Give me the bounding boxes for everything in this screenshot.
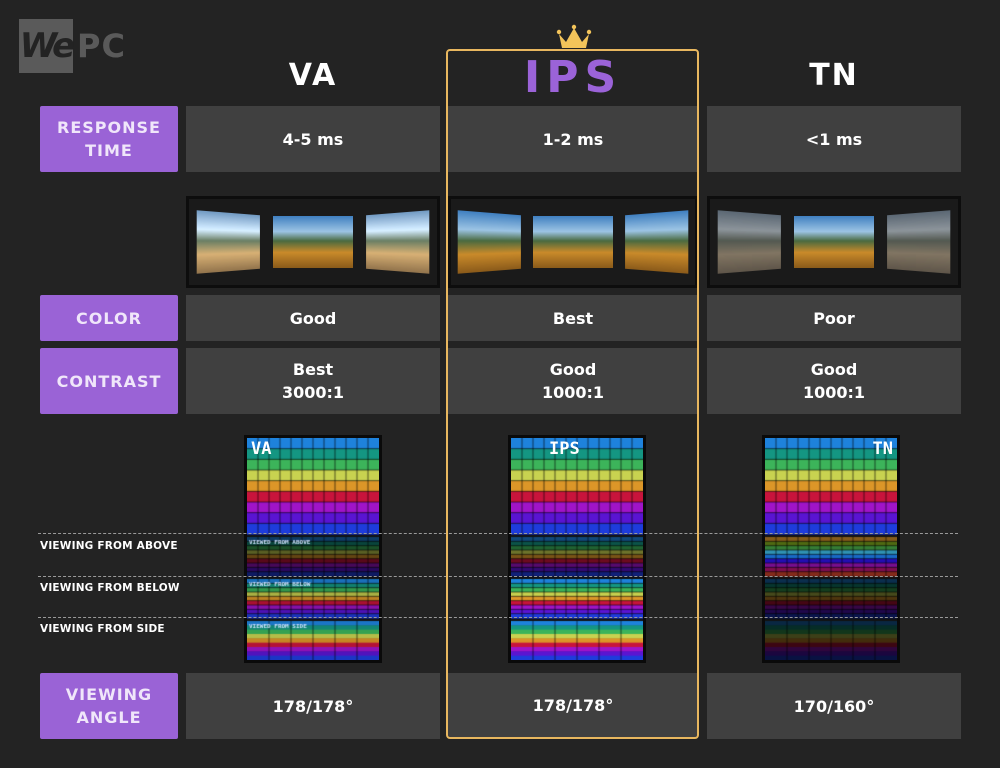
contrast-rating: Good [810, 360, 858, 379]
va-color-grid [247, 438, 379, 660]
row-label-viewing-angle: VIEWING ANGLE [40, 673, 178, 739]
logo-we: We [19, 18, 75, 73]
landscape-image-center [272, 216, 353, 268]
ips-color-grid [511, 438, 643, 660]
tn-color-grid-panel: TN [762, 435, 900, 663]
row-label-response-time: RESPONSE TIME [40, 106, 178, 172]
divider-side [38, 617, 958, 618]
label-line: RESPONSE [57, 118, 161, 137]
va-viewing-angle: 178/178° [186, 673, 440, 739]
row-label-contrast: CONTRAST [40, 348, 178, 414]
landscape-image-left [196, 210, 260, 274]
label-viewing-from-side: VIEWING FROM SIDE [40, 623, 165, 635]
landscape-image-center [533, 216, 613, 268]
logo-pc: PC [77, 26, 126, 65]
ips-color-grid-panel: IPS [508, 435, 646, 663]
va-viewing-images [186, 196, 440, 288]
label-line: ANGLE [76, 708, 142, 727]
ips-viewing-angle: 178/178° [448, 673, 698, 737]
tn-color-grid [765, 438, 897, 660]
label-viewing-from-below: VIEWING FROM BELOW [40, 582, 180, 594]
divider-above [38, 533, 958, 534]
va-color-grid-panel: VA [244, 435, 382, 663]
va-contrast: Best 3000:1 [186, 348, 440, 414]
ips-response-time: 1-2 ms [448, 106, 698, 172]
column-header-va: VA [288, 58, 338, 93]
contrast-ratio: 1000:1 [541, 383, 605, 402]
label-viewing-from-above: VIEWING FROM ABOVE [40, 540, 178, 552]
tn-contrast: Good 1000:1 [707, 348, 961, 414]
contrast-rating: Good [549, 360, 597, 379]
row-label-color: COLOR [40, 295, 178, 341]
tn-viewing-images [707, 196, 961, 288]
panel-title: VA [251, 439, 272, 459]
ips-color: Best [448, 295, 698, 341]
column-header-tn: TN [809, 58, 859, 93]
label-line: TIME [85, 141, 133, 160]
tn-color: Poor [707, 295, 961, 341]
label-line: VIEWING [65, 685, 153, 704]
panel-title: TN [872, 439, 893, 459]
landscape-image-right [887, 210, 951, 274]
va-color: Good [186, 295, 440, 341]
landscape-image-right [366, 210, 430, 274]
column-header-ips: IPS [523, 52, 623, 103]
landscape-image-left [717, 210, 781, 274]
landscape-image-right [625, 210, 689, 274]
ips-contrast: Good 1000:1 [448, 348, 698, 414]
va-response-time: 4-5 ms [186, 106, 440, 172]
ips-viewing-images [448, 196, 698, 288]
wepc-logo: We PC [19, 18, 126, 73]
panel-title: IPS [549, 439, 580, 459]
contrast-ratio: 1000:1 [802, 383, 866, 402]
divider-below [38, 576, 958, 577]
landscape-image-center [793, 216, 874, 268]
landscape-image-left [457, 210, 521, 274]
crown-icon [556, 24, 592, 48]
contrast-rating: Best [292, 360, 334, 379]
tn-viewing-angle: 170/160° [707, 673, 961, 739]
tn-response-time: <1 ms [707, 106, 961, 172]
contrast-ratio: 3000:1 [281, 383, 345, 402]
